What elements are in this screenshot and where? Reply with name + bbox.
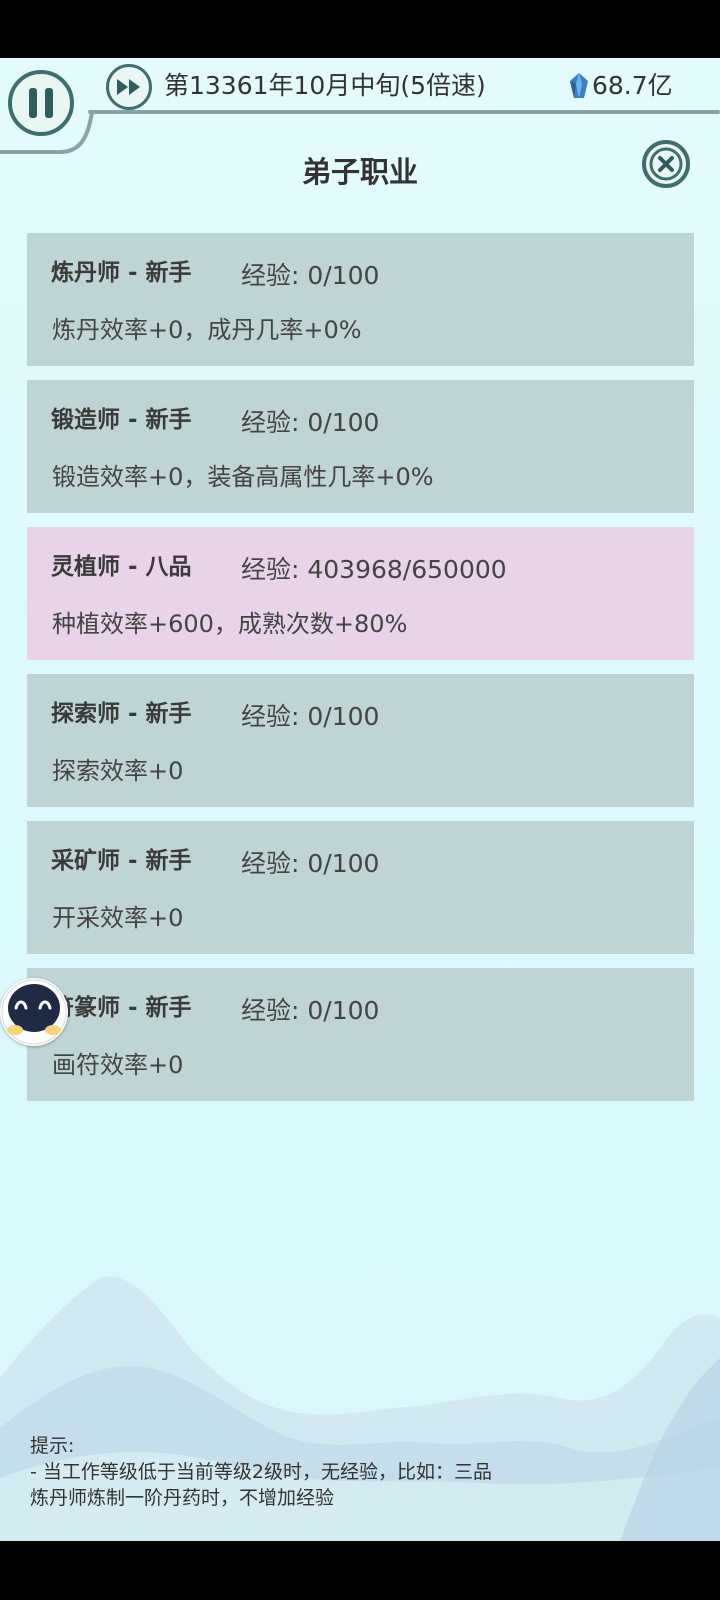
profession-exp: 经验: 0/100 — [241, 996, 380, 1025]
profession-desc: 锻造效率+0，装备高属性几率+0% — [52, 463, 434, 491]
pause-icon — [25, 88, 57, 118]
profession-card-alchemist[interactable]: 炼丹师 - 新手 经验: 0/100 炼丹效率+0，成丹几率+0% — [27, 233, 694, 366]
game-date: 第13361年10月中旬(5倍速) — [164, 71, 486, 100]
profession-name: 探索师 - 新手 — [51, 701, 192, 727]
profession-exp: 经验: 0/100 — [241, 702, 380, 731]
profession-card-explorer[interactable]: 探索师 - 新手 经验: 0/100 探索效率+0 — [27, 674, 694, 807]
fast-forward-icon — [117, 79, 140, 95]
profession-screen: 第13361年10月中旬(5倍速) 68.7亿 弟子职业 炼丹师 - 新手 经验… — [0, 58, 720, 1541]
profession-exp: 经验: 0/100 — [241, 408, 380, 437]
profession-name: 符篆师 - 新手 — [51, 995, 192, 1021]
profession-exp: 经验: 403968/650000 — [241, 555, 507, 584]
page-title: 弟子职业 — [301, 155, 418, 189]
profession-desc: 种植效率+600，成熟次数+80% — [52, 610, 408, 638]
profession-exp: 经验: 0/100 — [241, 261, 380, 290]
profession-card-forger[interactable]: 锻造师 - 新手 经验: 0/100 锻造效率+0，装备高属性几率+0% — [27, 380, 694, 513]
top-bar-divider — [88, 110, 720, 114]
top-bar: 第13361年10月中旬(5倍速) 68.7亿 — [0, 58, 720, 158]
profession-card-talisman[interactable]: 符篆师 - 新手 经验: 0/100 画符效率+0 — [27, 968, 694, 1101]
profession-desc: 画符效率+0 — [52, 1051, 184, 1079]
pause-button[interactable] — [8, 70, 74, 136]
fast-forward-button[interactable] — [106, 64, 152, 110]
tips-line: - 当工作等级低于当前等级2级时，无经验，比如：三品 — [30, 1461, 492, 1483]
profession-desc: 开采效率+0 — [52, 904, 184, 932]
assistant-button[interactable] — [0, 978, 68, 1046]
profession-list: 炼丹师 - 新手 经验: 0/100 炼丹效率+0，成丹几率+0% 锻造师 - … — [27, 233, 694, 1115]
profession-desc: 炼丹效率+0，成丹几率+0% — [52, 316, 362, 344]
tips-line: 炼丹师炼制一阶丹药时，不增加经验 — [30, 1487, 335, 1509]
profession-name: 炼丹师 - 新手 — [51, 260, 192, 286]
spirit-stone-count: 68.7亿 — [592, 71, 673, 100]
profession-name: 采矿师 - 新手 — [51, 848, 192, 874]
spirit-stone-icon — [570, 73, 588, 98]
profession-desc: 探索效率+0 — [52, 757, 184, 785]
close-button[interactable] — [640, 138, 692, 190]
profession-card-miner[interactable]: 采矿师 - 新手 经验: 0/100 开采效率+0 — [27, 821, 694, 954]
profession-exp: 经验: 0/100 — [241, 849, 380, 878]
profession-name: 灵植师 - 八品 — [51, 554, 192, 580]
tips-heading: 提示: — [30, 1435, 75, 1457]
profession-name: 锻造师 - 新手 — [51, 407, 192, 433]
assistant-face-icon — [7, 984, 61, 1035]
tips-panel: 提示: - 当工作等级低于当前等级2级时，无经验，比如：三品 炼丹师炼制一阶丹药… — [30, 1433, 690, 1511]
profession-card-herbalist[interactable]: 灵植师 - 八品 经验: 403968/650000 种植效率+600，成熟次数… — [27, 527, 694, 660]
